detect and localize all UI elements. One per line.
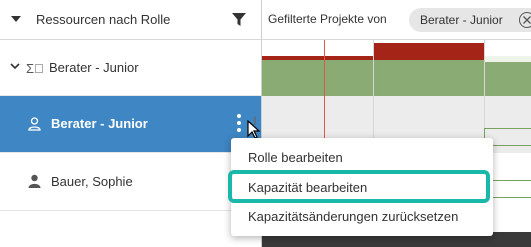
sigma-icon: Σ͏ᷞ <box>26 61 44 76</box>
kebab-menu-icon[interactable] <box>236 114 242 134</box>
menu-item-edit-capacity[interactable]: Kapazität bearbeiten <box>228 170 493 203</box>
menu-item-label: Rolle bearbeiten <box>248 150 343 165</box>
person-row[interactable]: Bauer, Sophie <box>0 153 261 211</box>
person-label: Bauer, Sophie <box>51 174 133 189</box>
user-icon <box>28 174 41 188</box>
chevron-down-icon[interactable] <box>10 63 20 70</box>
menu-item-label: Kapazität bearbeiten <box>248 180 368 195</box>
resource-panel-header: Ressourcen nach Rolle <box>0 0 261 40</box>
filter-header: Gefilterte Projekte von Berater - Junior <box>262 0 531 40</box>
filter-icon[interactable] <box>232 13 246 27</box>
over-capacity-bar <box>373 43 484 56</box>
filter-chip[interactable]: Berater - Junior <box>409 8 531 32</box>
menu-item-reset-capacity[interactable]: Kapazitätsänderungen zurücksetzen <box>231 203 493 229</box>
capacity-bar-next <box>484 62 531 96</box>
resource-panel: Ressourcen nach Rolle Σ͏ᷞ Berater - Juni… <box>0 0 261 247</box>
menu-item-label: Kapazitätsänderungen zurücksetzen <box>248 209 459 224</box>
user-outline-icon <box>28 117 41 131</box>
filter-chip-label: Berater - Junior <box>420 13 503 27</box>
caret-down-icon[interactable] <box>11 16 21 22</box>
role-group-row[interactable]: Σ͏ᷞ Berater - Junior <box>0 41 261 96</box>
context-menu: Rolle bearbeiten Kapazität bearbeiten Ka… <box>228 138 493 236</box>
close-icon[interactable] <box>519 12 531 28</box>
selected-role-row[interactable]: Berater - Junior <box>0 96 261 153</box>
next-row <box>0 211 261 247</box>
menu-item-edit-role[interactable]: Rolle bearbeiten <box>231 144 493 170</box>
filter-text: Gefilterte Projekte von <box>268 12 387 26</box>
selected-role-label: Berater - Junior <box>51 116 148 131</box>
role-group-label: Berater - Junior <box>49 60 139 75</box>
cursor-icon <box>247 120 261 139</box>
header-title[interactable]: Ressourcen nach Rolle <box>36 12 170 27</box>
